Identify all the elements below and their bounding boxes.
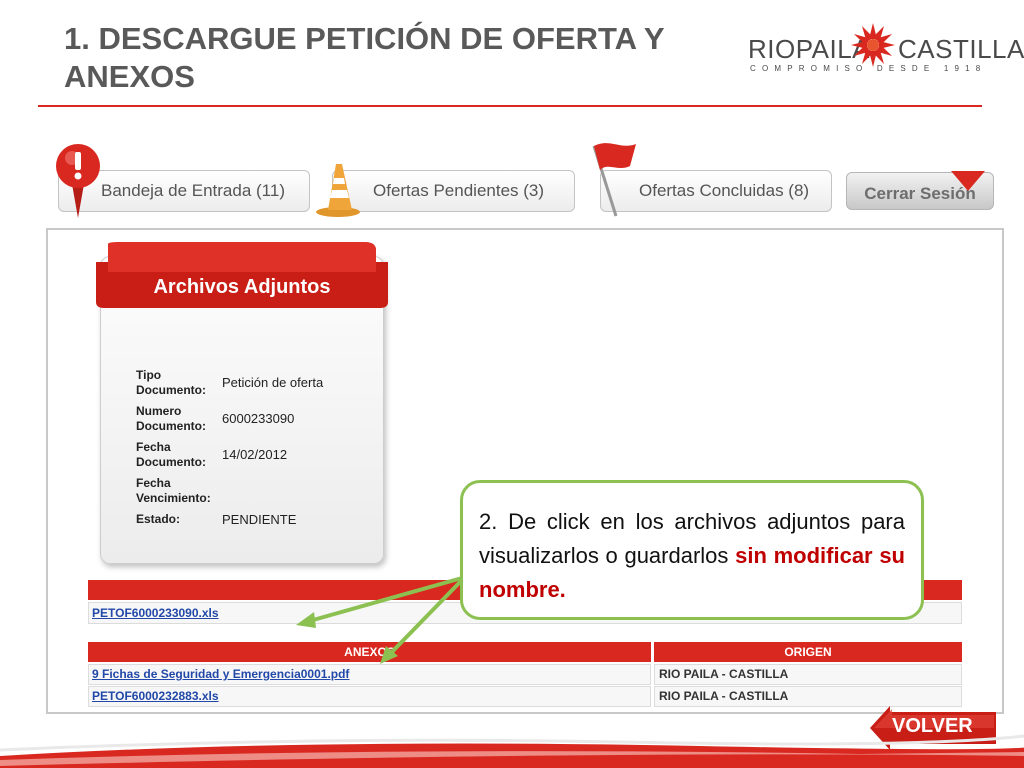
main-file-link[interactable]: PETOF6000233090.xls xyxy=(92,606,219,620)
annex-origin-cell: RIO PAILA - CASTILLA xyxy=(654,686,962,707)
logo-word-right: CASTILLA xyxy=(898,34,1024,64)
field-label-status: Estado: xyxy=(136,512,181,526)
table-row: 9 Fichas de Seguridad y Emergencia0001.p… xyxy=(88,664,651,685)
tab-concluded-label: Ofertas Concluidas (8) xyxy=(639,181,810,200)
red-flag-icon xyxy=(592,143,636,217)
field-value-doc-number: 6000233090 xyxy=(222,411,295,426)
slide-title: 1. DESCARGUE PETICIÓN DE OFERTA Y ANEXOS xyxy=(64,21,665,94)
decorative-swoosh xyxy=(0,734,1024,768)
logout-button[interactable]: Cerrar Sesión xyxy=(846,171,994,210)
tab-inbox-label: Bandeja de Entrada (11) xyxy=(101,181,285,200)
field-label-doc-type: Tipo Documento: xyxy=(136,368,206,397)
annex-file-link[interactable]: PETOF6000232883.xls xyxy=(92,689,219,703)
field-value-doc-type: Petición de oferta xyxy=(222,375,324,390)
tab-pending[interactable]: Ofertas Pendientes (3) xyxy=(332,170,575,212)
logo-tagline: COMPROMISO DESDE 1918 xyxy=(750,64,987,73)
company-logo: RIOPAILA CASTILLA COMPROMISO DESDE 1918 xyxy=(748,18,1024,80)
title-divider xyxy=(38,105,982,107)
flower-logo-icon xyxy=(851,23,895,67)
origin-column-header: ORIGEN xyxy=(654,642,962,662)
annex-column-header: ANEXOS xyxy=(88,642,651,662)
field-value-status: PENDIENTE xyxy=(222,512,297,527)
field-label-due-date: Fecha Vencimiento: xyxy=(136,476,211,505)
chevron-down-icon xyxy=(951,171,985,191)
table-row: PETOF6000232883.xls xyxy=(88,686,651,707)
tab-pending-label: Ofertas Pendientes (3) xyxy=(373,181,545,200)
field-label-doc-date: Fecha Documento: xyxy=(136,440,206,469)
traffic-cone-icon xyxy=(316,164,360,217)
field-label-doc-number: Numero Documento: xyxy=(136,404,206,433)
alert-pin-icon xyxy=(56,144,100,218)
annex-file-link[interactable]: 9 Fichas de Seguridad y Emergencia0001.p… xyxy=(92,667,349,681)
instruction-callout: 2. De click en los archivos adjuntos par… xyxy=(460,480,924,620)
attachments-card-title: Archivos Adjuntos xyxy=(153,276,331,298)
field-value-doc-date: 14/02/2012 xyxy=(222,447,288,462)
annex-origin-cell: RIO PAILA - CASTILLA xyxy=(654,664,962,685)
